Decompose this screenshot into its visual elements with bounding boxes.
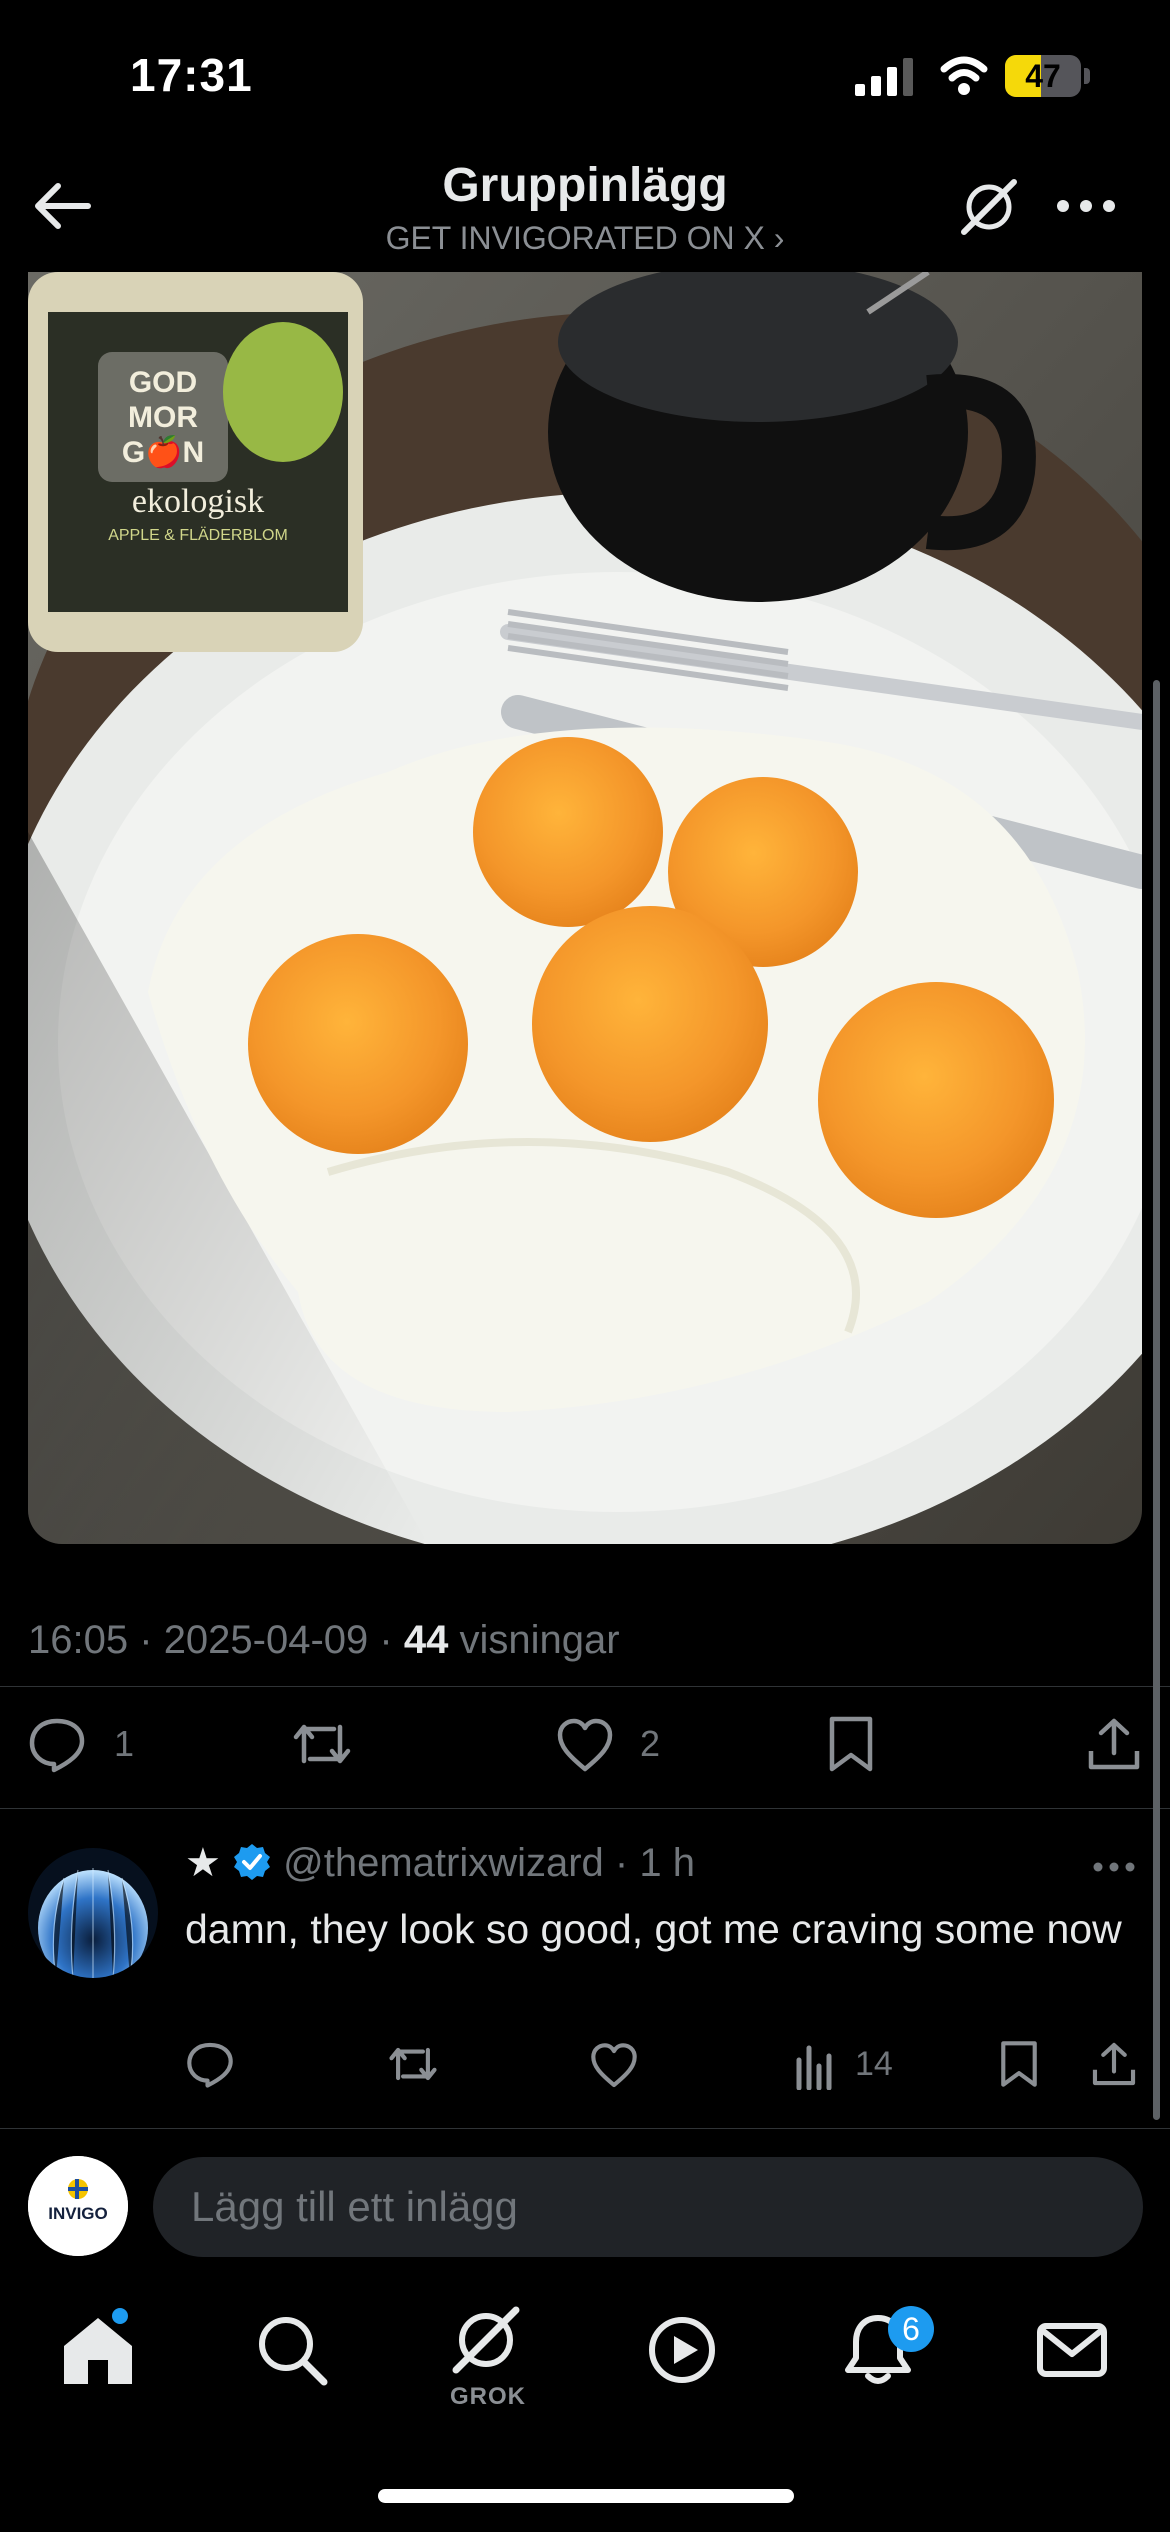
post-meta: 16:05 · 2025-04-09 · 44 visningar: [28, 1618, 620, 1662]
bookmark-icon[interactable]: [995, 2040, 1043, 2088]
bottle-label-line1: GOD: [129, 366, 197, 399]
egg-yolk: [248, 934, 468, 1154]
views-count: 44: [403, 1618, 449, 1662]
status-time: 17:31: [130, 49, 253, 101]
bottle-label-line2: MOR: [128, 401, 198, 434]
reply-handle[interactable]: @thematrixwizard: [283, 1841, 604, 1885]
bottle-label-line4: ekologisk: [132, 483, 264, 520]
reply-header: ★ @thematrixwizard · 1 h: [185, 1841, 695, 1885]
like-heart-icon[interactable]: [556, 1717, 614, 1775]
composer-avatar[interactable]: INVIGO: [28, 2156, 128, 2256]
repost-icon[interactable]: [290, 1715, 354, 1773]
messages-mail-icon[interactable]: [1032, 2310, 1112, 2390]
wifi-icon: [940, 56, 988, 95]
star-icon: ★: [185, 1841, 221, 1885]
reply-icon[interactable]: [186, 2040, 234, 2088]
add-post-input[interactable]: Lägg till ett inlägg: [153, 2157, 1143, 2257]
bookmark-icon[interactable]: [822, 1715, 880, 1773]
home-icon[interactable]: [56, 2310, 140, 2390]
video-play-icon[interactable]: [642, 2310, 722, 2390]
post-photo[interactable]: GOD MOR G🍎N ekologisk APPLE & FLÄDERBLOM: [28, 272, 1142, 1544]
battery-indicator: 47: [1005, 55, 1091, 97]
cellular-signal-icon: [855, 58, 913, 96]
repost-icon[interactable]: [386, 2040, 440, 2088]
reply-icon[interactable]: [28, 1715, 86, 1773]
avatar[interactable]: [28, 1848, 158, 1978]
battery-percent: 47: [1025, 58, 1061, 94]
bottle-label-line3: G🍎N: [122, 433, 204, 469]
like-count: 2: [640, 1723, 661, 1764]
grok-tab-icon[interactable]: [446, 2300, 526, 2380]
egg-yolk: [473, 737, 663, 927]
reply-text: damn, they look so good, got me craving …: [185, 1906, 1122, 1952]
share-icon[interactable]: [1085, 1715, 1143, 1773]
more-options-icon[interactable]: [1055, 194, 1117, 218]
home-indicator[interactable]: [378, 2489, 794, 2503]
reply-count: 1: [114, 1723, 135, 1764]
egg-yolk: [532, 906, 768, 1142]
share-icon[interactable]: [1090, 2040, 1138, 2088]
like-heart-icon[interactable]: [590, 2042, 638, 2090]
bottle-label-line5: APPLE & FLÄDERBLOM: [108, 526, 288, 544]
egg-yolk: [818, 982, 1054, 1218]
reply-age: 1 h: [639, 1841, 695, 1885]
post-date: 2025-04-09: [163, 1618, 369, 1662]
grok-tab-label: GROK: [450, 2383, 526, 2410]
composer-avatar-label: INVIGO: [48, 2204, 108, 2223]
scrollbar[interactable]: [1153, 680, 1160, 2120]
post-time: 16:05: [28, 1618, 129, 1662]
views-chart-icon[interactable]: [795, 2042, 837, 2090]
views-label: visningar: [459, 1618, 620, 1662]
reply-views-count: 14: [855, 2045, 893, 2083]
search-icon[interactable]: [252, 2310, 332, 2390]
verified-badge-icon: [233, 1844, 270, 1880]
home-unread-dot: [112, 2308, 128, 2324]
notifications-badge: 6: [888, 2306, 934, 2352]
reply-more-options-icon[interactable]: [1093, 1860, 1135, 1874]
grok-icon[interactable]: [958, 176, 1020, 238]
